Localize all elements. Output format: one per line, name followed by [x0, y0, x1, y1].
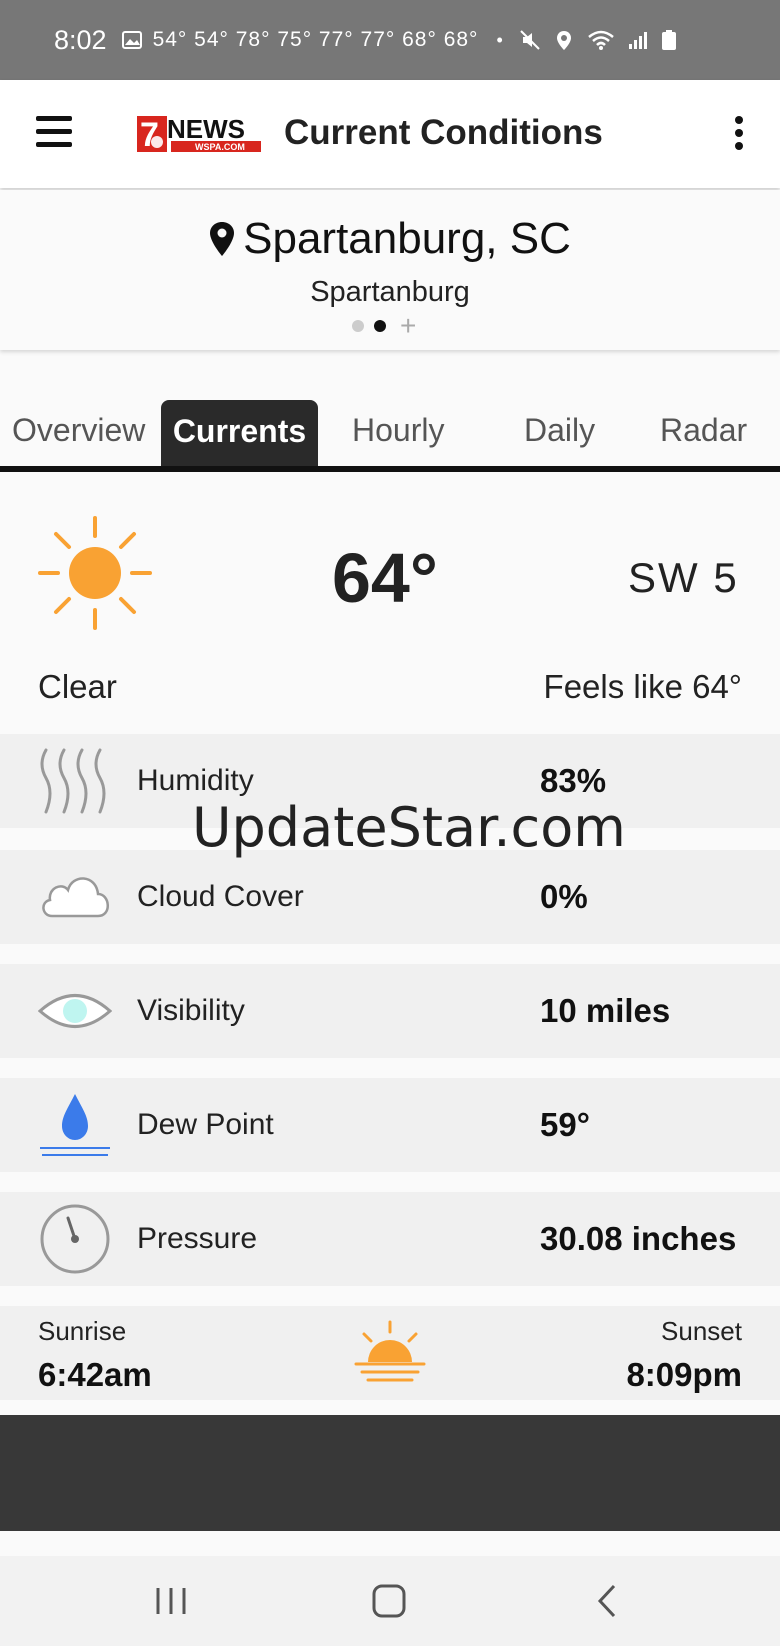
- 7news-logo: 7 NEWS WSPA.COM: [137, 114, 261, 154]
- logo-text: NEWS: [167, 114, 245, 144]
- eye-icon: [38, 994, 112, 1028]
- ad-banner[interactable]: [0, 1415, 780, 1531]
- sunrise-time: 6:42am: [38, 1356, 152, 1393]
- tab-hourly[interactable]: Hourly: [352, 412, 444, 449]
- sunrise-sunset-row: Sunrise 6:42am Sunset 8:09pm: [0, 1306, 780, 1400]
- dew-drop-icon: [40, 1094, 110, 1156]
- visibility-label: Visibility: [137, 994, 245, 1027]
- location-pager[interactable]: +: [352, 312, 416, 340]
- location-name: Spartanburg, SC: [243, 214, 571, 263]
- pressure-gauge-icon: [40, 1204, 110, 1274]
- visibility-value: 10 miles: [540, 992, 671, 1029]
- watermark-text: UpdateStar.com: [192, 796, 626, 859]
- tab-daily[interactable]: Daily: [524, 412, 595, 449]
- dew-point-label: Dew Point: [137, 1108, 274, 1141]
- humidity-icon: [40, 748, 106, 814]
- current-summary: 64° SW 5 Clear Feels like 64°: [0, 472, 780, 732]
- add-location-button[interactable]: +: [400, 312, 416, 340]
- pressure-label: Pressure: [137, 1222, 258, 1255]
- hamburger-menu-icon[interactable]: [36, 116, 72, 150]
- recent-apps-icon[interactable]: [148, 1578, 194, 1624]
- svg-text:WSPA.COM: WSPA.COM: [195, 142, 245, 152]
- pressure-value: 30.08 inches: [540, 1220, 737, 1257]
- cloud-icon: [42, 877, 109, 918]
- status-temperatures: 54° 54° 78° 75° 77° 77° 68° 68°: [152, 28, 479, 51]
- cloud-cover-value: 0%: [540, 878, 588, 915]
- current-temperature: 64°: [332, 539, 438, 617]
- location-subtitle: Spartanburg: [310, 276, 470, 308]
- system-nav-bar: [0, 1556, 780, 1646]
- battery-icon: [661, 30, 676, 50]
- status-dot: •: [496, 29, 503, 50]
- status-time: 8:02: [54, 24, 107, 55]
- tab-bar: Overview Currents Hourly Daily Radar: [0, 398, 780, 473]
- sunset-icon: [354, 1320, 426, 1382]
- location-card[interactable]: Spartanburg, SC Spartanburg +: [0, 190, 780, 350]
- detail-row-dew-point: Dew Point 59°: [0, 1078, 780, 1172]
- sun-icon: [38, 516, 152, 630]
- home-icon[interactable]: [366, 1578, 412, 1624]
- page-title: Current Conditions: [284, 113, 603, 152]
- sunrise-label: Sunrise: [38, 1316, 127, 1346]
- detail-row-visibility: Visibility 10 miles: [0, 964, 780, 1058]
- detail-row-pressure: Pressure 30.08 inches: [0, 1192, 780, 1286]
- mute-icon: [520, 30, 540, 50]
- location-icon: [556, 31, 571, 50]
- back-icon[interactable]: [586, 1578, 632, 1624]
- sunset-label: Sunset: [661, 1316, 742, 1346]
- detail-row-cloud-cover: Cloud Cover 0%: [0, 850, 780, 944]
- gallery-icon: [121, 31, 142, 49]
- condition-text: Clear: [38, 668, 117, 705]
- cloud-cover-label: Cloud Cover: [137, 880, 304, 913]
- status-bar: 8:02 54° 54° 78° 75° 77° 77° 68° 68° •: [0, 0, 780, 80]
- more-options-icon[interactable]: [733, 116, 745, 154]
- dew-point-value: 59°: [540, 1106, 590, 1143]
- wind-reading: SW 5: [628, 554, 739, 601]
- location-pin-icon: [210, 222, 235, 256]
- wifi-icon: [587, 30, 614, 50]
- signal-icon: [628, 32, 647, 49]
- pager-dot[interactable]: [352, 320, 364, 332]
- feels-like-text: Feels like 64°: [543, 668, 742, 705]
- tab-radar[interactable]: Radar: [660, 412, 747, 449]
- tab-overview[interactable]: Overview: [12, 412, 145, 449]
- humidity-label: Humidity: [137, 764, 254, 797]
- svg-text:7: 7: [140, 116, 159, 154]
- tab-currents[interactable]: Currents: [161, 400, 318, 466]
- app-bar: 7 NEWS WSPA.COM Current Conditions: [0, 80, 780, 188]
- humidity-value: 83%: [540, 762, 607, 799]
- pager-dot-active[interactable]: [374, 320, 386, 332]
- sunset-time: 8:09pm: [626, 1356, 742, 1393]
